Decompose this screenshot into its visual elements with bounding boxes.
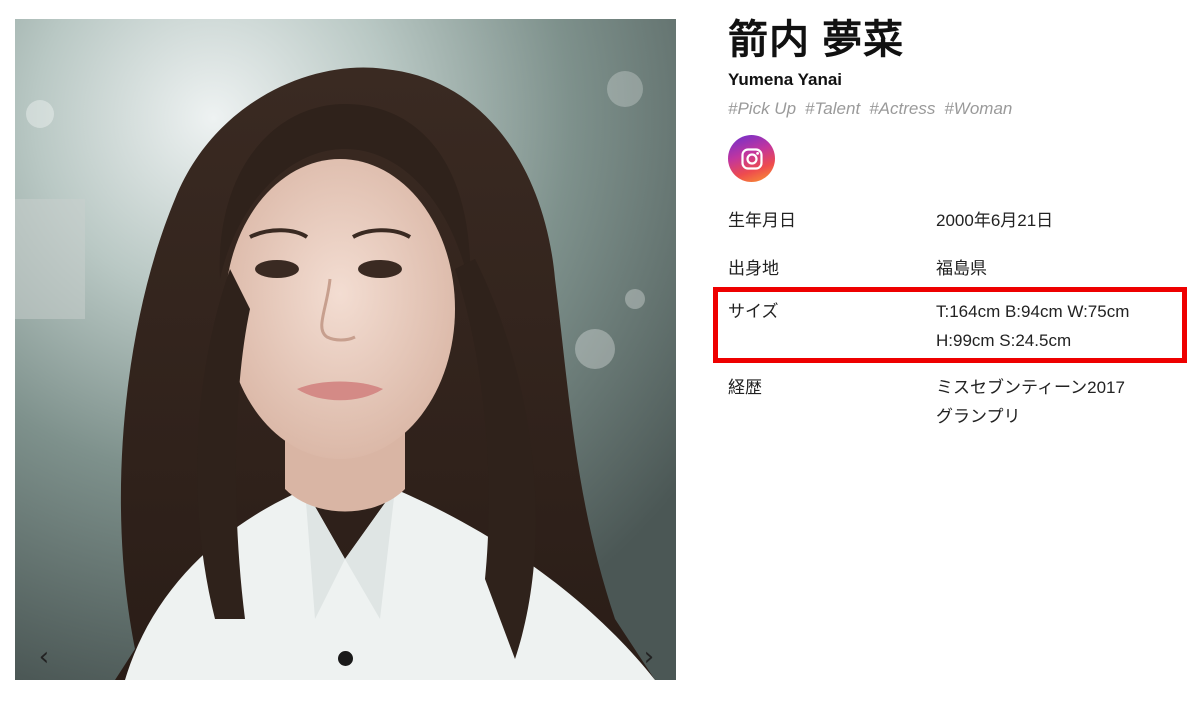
talent-profile-page: ‹ › 箭内 夢菜 Yumena Yanai #Pick Up #Talent … (0, 0, 1200, 702)
info-value: 2000年6月21日 (936, 211, 1054, 230)
info-label: サイズ (728, 302, 779, 321)
info-row-birthdate: 生年月日 2000年6月21日 (728, 206, 1188, 252)
info-label: 出身地 (728, 259, 779, 278)
info-value: ミスセブンティーン2017 グランプリ (936, 373, 1188, 431)
info-row-career: 経歴 ミスセブンティーン2017 グランプリ (728, 373, 1188, 431)
info-label: 経歴 (728, 378, 762, 397)
info-label: 生年月日 (728, 211, 796, 230)
tag-talent[interactable]: #Talent (805, 99, 860, 119)
tag-list: #Pick Up #Talent #Actress #Woman (728, 99, 1188, 119)
career-line-1: ミスセブンティーン2017 (936, 378, 1125, 397)
profile-info-table: 生年月日 2000年6月21日 出身地 福島県 サイズ T:164cm B:94… (728, 206, 1188, 431)
talent-name-english: Yumena Yanai (728, 70, 843, 89)
talent-name-japanese: 箭内 夢菜 (728, 18, 905, 62)
profile-header: 箭内 夢菜 Yumena Yanai #Pick Up #Talent #Act… (728, 18, 1188, 182)
info-value: T:164cm B:94cm W:75cm H:99cm S:24.5cm (936, 297, 1188, 373)
size-line-2: H:99cm S:24.5cm (936, 331, 1072, 350)
instagram-icon (740, 147, 763, 170)
career-line-2: グランプリ (936, 407, 1021, 426)
carousel-dots (15, 651, 676, 666)
info-value: 福島県 (936, 259, 987, 278)
size-line-1: T:164cm B:94cm W:75cm (936, 302, 1130, 321)
portrait-photo (15, 19, 676, 680)
photo-carousel[interactable]: ‹ › (15, 19, 676, 680)
tag-actress[interactable]: #Actress (869, 99, 935, 119)
info-row-hometown: 出身地 福島県 (728, 252, 1188, 297)
tag-woman[interactable]: #Woman (944, 99, 1012, 119)
info-row-size: サイズ T:164cm B:94cm W:75cm H:99cm S:24.5c… (728, 297, 1188, 373)
tag-pick-up[interactable]: #Pick Up (728, 99, 796, 119)
carousel-dot-active[interactable] (338, 651, 353, 666)
instagram-button[interactable] (728, 135, 775, 182)
